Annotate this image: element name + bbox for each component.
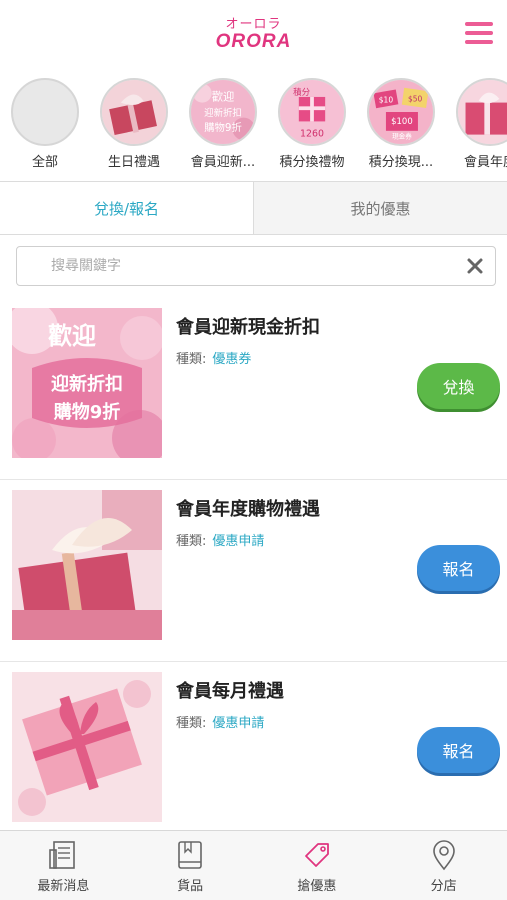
gift-box-image — [458, 80, 507, 144]
thumb-text: 1260 — [300, 128, 324, 139]
nav-label: 搶優惠 — [297, 879, 337, 894]
category-label: 全部 — [31, 155, 58, 170]
redeem-button[interactable]: 兌換 — [417, 363, 500, 409]
category-annual[interactable]: 會員年度 — [446, 78, 507, 170]
gift-box-image — [12, 490, 162, 640]
search-box — [16, 246, 496, 286]
nav-label: 貨品 — [177, 879, 204, 894]
offer-tabs: 兌換/報名 我的優惠 — [0, 181, 507, 235]
book-icon — [178, 841, 202, 869]
offer-type-label: 種類: — [176, 534, 207, 549]
offer-type-value: 優惠申請 — [212, 716, 265, 731]
tag-icon — [304, 843, 329, 867]
category-welcome[interactable]: 歡迎 迎新折扣 購物9折 會員迎新... — [179, 78, 267, 170]
category-strip[interactable]: 全部 生日禮遇 歡迎 迎新折扣 購物9折 會員迎新... 積分 1260 積分換… — [0, 78, 507, 178]
offer-type: 種類: 優惠券 — [176, 348, 251, 367]
offer-type-value: 優惠申請 — [212, 534, 265, 549]
list-item[interactable]: 會員年度購物禮遇 種類: 優惠申請 報名 — [0, 480, 507, 662]
category-points-gift[interactable]: 積分 1260 積分換禮物 — [268, 78, 356, 170]
offer-image: 歡迎 迎新折扣 購物9折 — [12, 308, 162, 458]
clear-icon[interactable] — [465, 256, 485, 276]
thumb-text: 歡迎 — [212, 90, 235, 104]
thumb-text: $10 — [379, 96, 394, 105]
bottom-nav: 最新消息 貨品 搶優惠 分店 — [0, 830, 507, 900]
category-points-cash[interactable]: $10 $50 $100 現金券 積分換現... — [357, 78, 445, 170]
hamburger-menu-icon[interactable] — [465, 22, 493, 46]
thumb-text: 現金券 — [392, 131, 412, 140]
logo-text: ORORA — [215, 31, 292, 52]
nav-news[interactable]: 最新消息 — [0, 831, 127, 900]
offer-image — [12, 490, 162, 640]
category-label: 生日禮遇 — [107, 155, 160, 170]
app-header: オーロラ ORORA — [0, 0, 507, 70]
category-thumb: $10 $50 $100 現金券 — [367, 78, 435, 146]
points-gift-image: 積分 1260 — [280, 80, 344, 144]
offer-title: 會員迎新現金折扣 — [176, 317, 320, 338]
nav-products[interactable]: 貨品 — [127, 831, 254, 900]
offer-list: 歡迎 迎新折扣 購物9折 會員迎新現金折扣 種類: 優惠券 兌換 會員年度購物禮遇 — [0, 298, 507, 844]
thumb-text: $50 — [408, 95, 423, 104]
offer-type-value: 優惠券 — [212, 352, 252, 367]
nav-label: 最新消息 — [37, 879, 90, 894]
offer-image — [12, 672, 162, 822]
category-thumb: 積分 1260 — [278, 78, 346, 146]
category-label: 積分換禮物 — [279, 155, 345, 170]
register-button[interactable]: 報名 — [417, 727, 500, 773]
category-all[interactable]: 全部 — [1, 78, 89, 170]
image-text: 購物9折 — [53, 401, 121, 423]
image-text: 迎新折扣 — [51, 373, 123, 395]
logo-kana: オーロラ — [225, 17, 282, 32]
nav-offers[interactable]: 搶優惠 — [254, 831, 381, 900]
nav-label: 分店 — [430, 879, 457, 894]
welcome-promo-image: 歡迎 迎新折扣 購物9折 — [191, 80, 255, 144]
nav-stores[interactable]: 分店 — [380, 831, 507, 900]
offer-title: 會員年度購物禮遇 — [176, 499, 320, 520]
list-item[interactable]: 會員每月禮遇 種類: 優惠申請 報名 — [0, 662, 507, 844]
location-pin-icon — [432, 840, 455, 871]
offer-title: 會員每月禮遇 — [176, 681, 284, 702]
category-birthday[interactable]: 生日禮遇 — [90, 78, 178, 170]
offer-type-label: 種類: — [176, 716, 207, 731]
thumb-text: 購物9折 — [204, 121, 242, 134]
category-thumb: 歡迎 迎新折扣 購物9折 — [189, 78, 257, 146]
search-input[interactable] — [51, 247, 471, 285]
gift-box-image — [102, 80, 166, 144]
category-label: 會員迎新... — [190, 155, 256, 170]
category-label: 積分換現... — [368, 155, 434, 170]
category-thumb — [11, 78, 79, 146]
newspaper-icon — [49, 841, 76, 869]
list-item[interactable]: 歡迎 迎新折扣 購物9折 會員迎新現金折扣 種類: 優惠券 兌換 — [0, 298, 507, 480]
thumb-text: 積分 — [293, 87, 310, 97]
image-text: 歡迎 — [48, 322, 96, 350]
offer-type: 種類: 優惠申請 — [176, 530, 264, 549]
thumb-text: 迎新折扣 — [204, 107, 242, 119]
orora-logo: オーロラ ORORA — [0, 18, 507, 52]
tab-redeem[interactable]: 兌換/報名 — [0, 182, 253, 234]
cash-voucher-image: $10 $50 $100 現金券 — [369, 80, 433, 144]
welcome-promo-image: 歡迎 迎新折扣 購物9折 — [12, 308, 162, 458]
category-thumb — [100, 78, 168, 146]
offer-type-label: 種類: — [176, 352, 207, 367]
category-thumb — [456, 78, 507, 146]
tab-my-offers[interactable]: 我的優惠 — [253, 182, 507, 234]
register-button[interactable]: 報名 — [417, 545, 500, 591]
offer-type: 種類: 優惠申請 — [176, 712, 264, 731]
gift-box-image — [12, 672, 162, 822]
thumb-text: $100 — [391, 116, 413, 126]
category-label: 會員年度 — [463, 155, 507, 170]
